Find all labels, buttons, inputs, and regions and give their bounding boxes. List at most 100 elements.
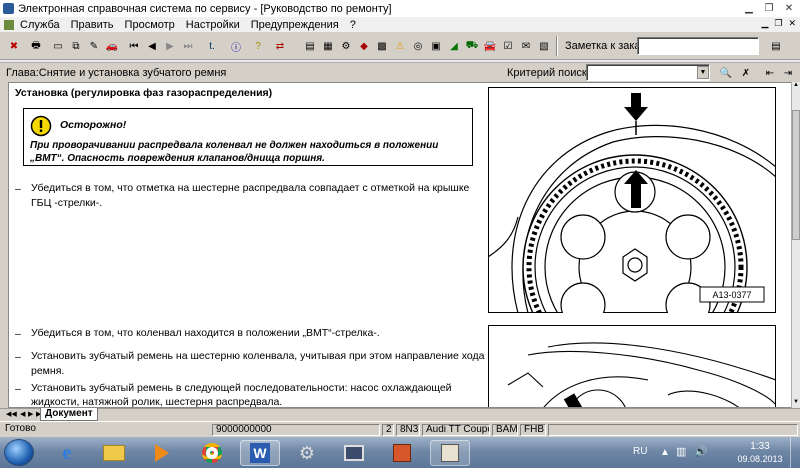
search-prev-icon[interactable]: ⇤ — [762, 65, 778, 81]
first-icon[interactable]: ⏮ — [126, 38, 142, 54]
clock-date[interactable]: 09.08.2013 — [733, 454, 787, 464]
next-icon[interactable]: ▶ — [162, 38, 178, 54]
top-icon[interactable]: t. — [204, 38, 220, 54]
status-model: Audi TT Coupe — [422, 424, 490, 436]
caution-title: Осторожно! — [60, 119, 127, 131]
folder-icon[interactable] — [94, 440, 134, 466]
scroll-up-icon[interactable]: ▲ — [792, 82, 800, 91]
start-button[interactable] — [4, 439, 34, 466]
help-icon[interactable]: ? — [250, 38, 266, 54]
cable-icon[interactable]: ◢ — [446, 38, 462, 54]
doc-minimize-icon[interactable]: ▁ — [761, 18, 768, 29]
app-monitor-icon[interactable] — [334, 440, 374, 466]
tab-next-icon[interactable]: ▶ — [28, 410, 33, 418]
step-3-line-2: ремня. — [31, 365, 65, 377]
menu-help[interactable]: ? — [350, 19, 356, 31]
warning-icon[interactable]: ⚠ — [392, 38, 408, 54]
tab-document[interactable]: Документ — [40, 408, 98, 421]
taskbar: e W ⚙ RU ▲ ▥ 🔊 1:33 09.08.2013 — [0, 437, 800, 468]
chrome-icon[interactable] — [192, 440, 232, 466]
status-num: 2 — [382, 424, 394, 436]
menu-service[interactable]: Служба — [20, 19, 60, 31]
tab-prev-icon[interactable]: ◀ — [20, 410, 25, 418]
tray-arrow-icon[interactable]: ▲ — [660, 447, 670, 458]
last-icon[interactable]: ⏭ — [180, 38, 196, 54]
elsa-taskbar-icon[interactable] — [430, 440, 470, 466]
tab-first-icon[interactable]: ◀◀ — [6, 410, 17, 418]
minimize-icon[interactable]: ▁ — [742, 2, 756, 14]
caution-text-2: „ВМТ“. Опасность повреждения клапанов/дн… — [30, 153, 325, 164]
bullet-dash: – — [15, 351, 21, 363]
show-desktop-button[interactable] — [790, 437, 800, 468]
language-indicator[interactable]: RU — [633, 446, 647, 457]
vertical-scrollbar[interactable]: ▲ ▼ — [791, 82, 800, 408]
doc-restore-icon[interactable]: ❐ — [774, 18, 782, 29]
window-title: Электронная справочная система по сервис… — [18, 2, 392, 15]
restore-icon[interactable]: ❐ — [762, 2, 776, 14]
step-2: Убедиться в том, что коленвал находится … — [31, 327, 380, 339]
step-4-line-1: Установить зубчатый ремень в следующей п… — [31, 382, 452, 394]
fuel-icon[interactable]: ▣ — [428, 38, 444, 54]
book-icon[interactable]: ▤ — [302, 38, 318, 54]
section-heading: Установка (регулировка фаз газораспредел… — [15, 87, 273, 99]
app-gears-icon[interactable]: ⚙ — [287, 440, 327, 466]
list-icon[interactable]: ▦ — [320, 38, 336, 54]
ie-icon[interactable]: e — [47, 440, 87, 466]
step-4-line-2: жидкости, натяжной ролик, шестерня распр… — [31, 396, 283, 408]
toolbar-divider — [556, 36, 558, 56]
search-criterion-select[interactable] — [586, 64, 710, 81]
title-bar: Электронная справочная система по сервис… — [0, 0, 800, 17]
menu-settings[interactable]: Настройки — [186, 19, 240, 31]
doc-close-icon[interactable]: ✕ — [788, 18, 796, 29]
swap-icon[interactable]: ⇄ — [272, 38, 288, 54]
step-1-line-1: Убедиться в том, что отметка на шестерне… — [31, 182, 470, 194]
gauge-icon[interactable]: ◎ — [410, 38, 426, 54]
scroll-thumb[interactable] — [792, 110, 800, 240]
menu-warnings[interactable]: Предупреждения — [251, 19, 339, 31]
toolbar: ✖ 🖶 ▭ ⧉ ✎ 🚗 ⏮ ◀ ▶ ⏭ t. ⓘ ? ⇄ ▤ ▦ ⚙ ◆ ▩ ⚠… — [0, 32, 800, 60]
red-book-icon[interactable]: ◆ — [356, 38, 372, 54]
media-player-icon[interactable] — [142, 440, 182, 466]
close-icon[interactable]: ✕ — [782, 2, 796, 14]
new-doc-icon[interactable]: ▭ — [50, 38, 66, 54]
document-tabs-bar: ◀◀ ◀ ▶ ▶▶ Документ — [0, 408, 800, 421]
prev-icon[interactable]: ◀ — [144, 38, 160, 54]
chevron-down-icon[interactable]: ▼ — [697, 66, 709, 79]
status-engine: BAM — [492, 424, 518, 436]
status-gearbox: FHB — [520, 424, 546, 436]
camshaft-gear-figure: A13-0377 — [488, 87, 776, 313]
checklist-icon[interactable]: ☑ — [500, 38, 516, 54]
order-note-field[interactable] — [637, 37, 759, 55]
parts-icon[interactable]: ⚙ — [338, 38, 354, 54]
menu-view[interactable]: Просмотр — [125, 19, 175, 31]
menu-edit[interactable]: Править — [71, 19, 114, 31]
print-icon[interactable]: 🖶 — [28, 38, 44, 54]
status-ready: Готово — [5, 424, 36, 434]
caution-box: Осторожно! При проворачивании распредвал… — [23, 108, 473, 166]
scroll-down-icon[interactable]: ▼ — [792, 399, 800, 408]
search-icon[interactable]: 🔍 — [718, 65, 734, 81]
app-cube-icon[interactable] — [382, 440, 422, 466]
clock-time[interactable]: 1:33 — [735, 441, 785, 452]
copy-icon[interactable]: ⧉ — [68, 38, 84, 54]
status-bar: Готово 9000000000 2 8N3 Audi TT Coupe BA… — [0, 421, 800, 437]
notes-icon[interactable]: ✉ — [518, 38, 534, 54]
bullet-dash: – — [15, 328, 21, 340]
search-label: Критерий поиска: — [507, 67, 597, 79]
vehicle-icon[interactable]: 🚘 — [482, 38, 498, 54]
car-icon[interactable]: 🚗 — [104, 38, 120, 54]
diagram-icon[interactable]: ▩ — [374, 38, 390, 54]
search-clear-icon[interactable]: ✗ — [738, 65, 754, 81]
edit-icon[interactable]: ✎ — [86, 38, 102, 54]
volume-icon[interactable]: 🔊 — [694, 445, 708, 458]
network-icon[interactable]: ▥ — [676, 445, 686, 458]
document-view[interactable]: Установка (регулировка фаз газораспредел… — [8, 82, 792, 408]
word-icon[interactable]: W — [240, 440, 280, 466]
search-next-icon[interactable]: ⇥ — [780, 65, 796, 81]
stop-icon[interactable]: ✖ — [6, 38, 22, 54]
step-3-line-1: Установить зубчатый ремень на шестерню к… — [31, 350, 485, 362]
stamp-icon[interactable]: ▧ — [536, 38, 552, 54]
note-edit-icon[interactable]: ▤ — [768, 38, 784, 54]
green-car-icon[interactable]: ⛟ — [464, 38, 480, 54]
info-icon[interactable]: ⓘ — [228, 38, 244, 54]
